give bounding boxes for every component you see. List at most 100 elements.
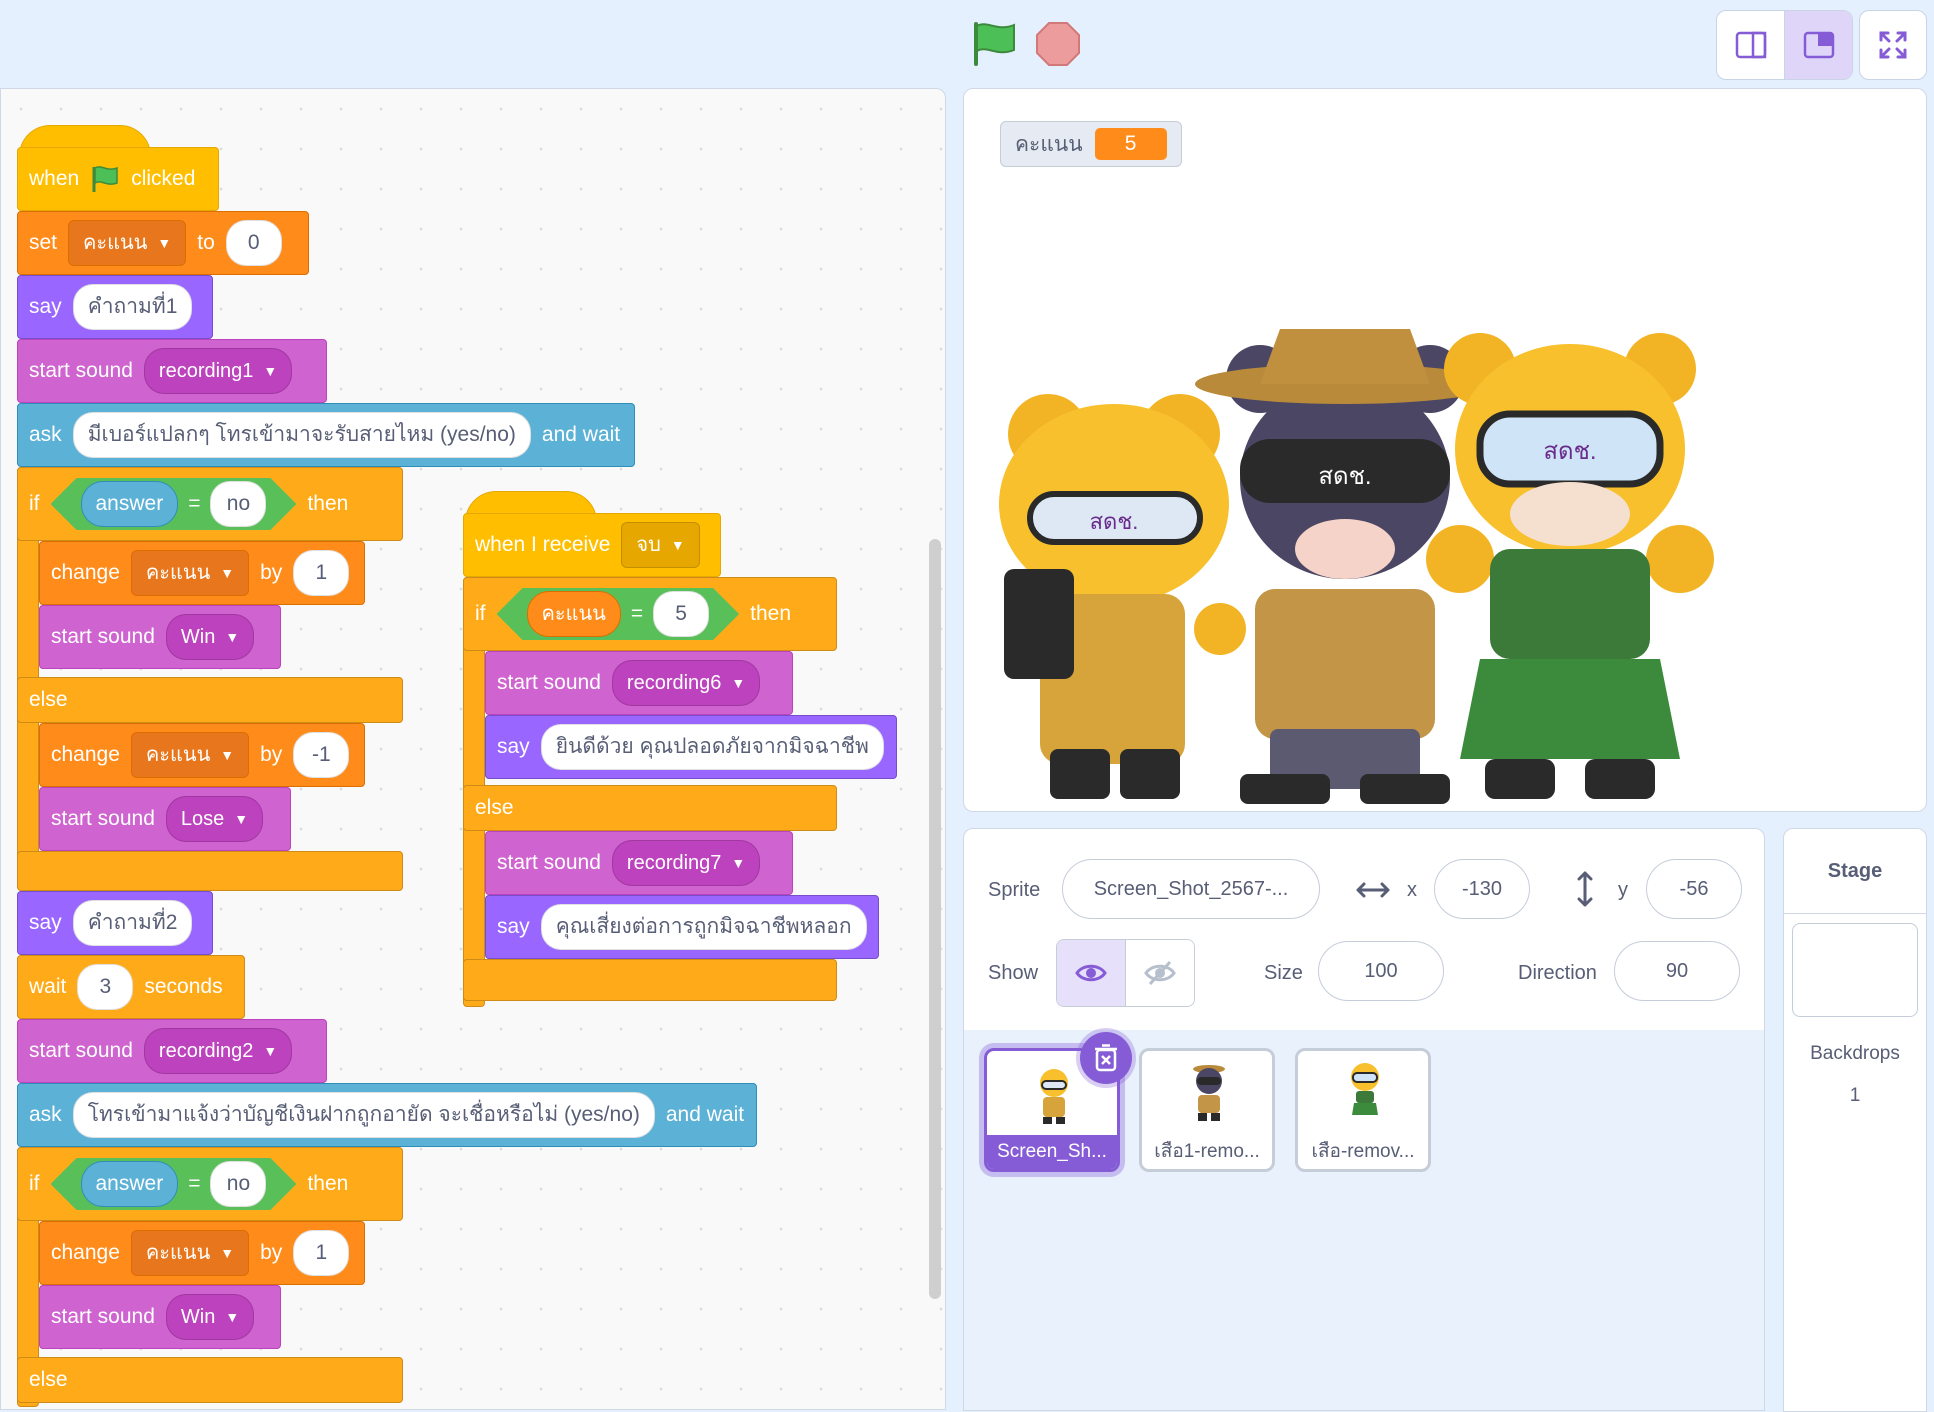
ask-and-wait-block[interactable]: ask มีเบอร์แปลกๆ โทรเข้ามาจะรับสายไหม (y… [17, 403, 635, 467]
vertical-arrows-icon [1577, 871, 1593, 907]
y-label: y [1618, 879, 1628, 901]
size-label: Size [1264, 962, 1303, 984]
variable-dropdown[interactable]: คะแนน ▼ [130, 732, 250, 778]
question-input[interactable]: โทรเข้ามาแจ้งว่าบัญชีเงินฝากถูกอายัด จะเ… [72, 1092, 655, 1138]
block-label: to [197, 231, 215, 254]
else-label: else [475, 796, 514, 819]
value-input[interactable]: 0 [225, 220, 282, 266]
sound-dropdown[interactable]: recording2 ▼ [143, 1028, 293, 1074]
start-sound-block[interactable]: start sound recording1 ▼ [17, 339, 327, 403]
sound-dropdown[interactable]: recording1 ▼ [143, 348, 293, 394]
say-block[interactable]: say คำถามที่1 [17, 275, 213, 339]
variable-dropdown[interactable]: คะแนน ▼ [68, 220, 187, 266]
block-label: wait [29, 975, 67, 998]
answer-reporter[interactable]: answer [81, 481, 179, 527]
question-input[interactable]: มีเบอร์แปลกๆ โทรเข้ามาจะรับสายไหม (yes/n… [72, 412, 531, 458]
x-input[interactable]: -130 [1434, 859, 1530, 919]
y-input[interactable]: -56 [1646, 859, 1742, 919]
if-else-block[interactable]: if answer = no then [17, 467, 403, 541]
value-input[interactable]: 1 [293, 550, 350, 596]
size-input[interactable]: 100 [1318, 941, 1444, 1001]
green-flag-icon [92, 166, 118, 192]
x-label: x [1407, 879, 1417, 901]
if-else-block[interactable]: if คะแนน = 5 then [463, 577, 837, 651]
block-label: by [260, 1241, 283, 1264]
small-stage-button[interactable] [1717, 11, 1784, 79]
message-input[interactable]: คุณเสี่ยงต่อการถูกมิจฉาชีพหลอก [540, 904, 867, 950]
stage[interactable]: คะแนน 5 สดช. สดช. สดช. [963, 88, 1927, 812]
block-label: say [497, 735, 530, 758]
compare-input[interactable]: 5 [653, 591, 709, 637]
message-input[interactable]: ยินดีด้วย คุณปลอดภัยจากมิจฉาชีพ [540, 724, 884, 770]
code-area[interactable]: when clicked set คะแนน ▼ to 0 say คำถามที… [0, 88, 946, 1410]
caret-down-icon: ▼ [157, 235, 172, 251]
equals-operator[interactable]: answer = no [51, 478, 297, 530]
tiger-sprite-scouts[interactable]: สดช. สดช. สดช. [980, 289, 1910, 809]
value-input[interactable]: 3 [77, 964, 134, 1010]
stage-selector[interactable]: Stage Backdrops 1 [1783, 828, 1927, 1412]
block-label: start sound [51, 807, 155, 830]
change-variable-block[interactable]: change คะแนน ▼ by 1 [39, 1221, 365, 1285]
sprite-thumbnail[interactable]: เสือ1-remo... [1139, 1048, 1275, 1172]
change-variable-block[interactable]: change คะแนน ▼ by -1 [39, 723, 365, 787]
start-sound-block[interactable]: start sound recording7 ▼ [485, 831, 793, 895]
green-flag-icon[interactable] [970, 18, 1020, 68]
stop-icon[interactable] [1035, 21, 1081, 67]
compare-input[interactable]: no [210, 481, 266, 527]
when-i-receive-block[interactable]: when I receive จบ ▼ [463, 513, 721, 577]
sprite-name-input[interactable]: Screen_Shot_2567-... [1062, 859, 1320, 919]
equals-operator[interactable]: คะแนน = 5 [497, 588, 740, 640]
variable-dropdown[interactable]: คะแนน ▼ [130, 1230, 250, 1276]
delete-sprite-button[interactable] [1080, 1032, 1132, 1084]
block-label: then [307, 1172, 349, 1195]
variable-dropdown[interactable]: คะแนน ▼ [130, 550, 250, 596]
show-visible-button[interactable] [1057, 940, 1125, 1006]
equals-operator[interactable]: answer = no [51, 1158, 297, 1210]
compare-input[interactable]: no [210, 1161, 266, 1207]
top-bar [0, 0, 1934, 88]
message-dropdown[interactable]: จบ ▼ [621, 522, 700, 568]
code-scrollbar[interactable] [929, 539, 941, 1299]
sprite-list: Screen_Sh... เสือ1-remo... เสือ-remov... [963, 1030, 1765, 1411]
backdrop-thumbnail[interactable] [1792, 923, 1918, 1017]
start-sound-block[interactable]: start sound Lose ▼ [39, 787, 291, 851]
show-hidden-button[interactable] [1125, 940, 1194, 1006]
wait-block[interactable]: wait 3 seconds [17, 955, 245, 1019]
ask-and-wait-block[interactable]: ask โทรเข้ามาแจ้งว่าบัญชีเงินฝากถูกอายัด… [17, 1083, 757, 1147]
block-label: start sound [29, 1039, 133, 1062]
when-flag-clicked-block[interactable]: when clicked [17, 147, 219, 211]
fullscreen-button[interactable] [1859, 10, 1927, 80]
start-sound-block[interactable]: start sound Win ▼ [39, 1285, 281, 1349]
block-label: by [260, 743, 283, 766]
say-block[interactable]: say ยินดีด้วย คุณปลอดภัยจากมิจฉาชีพ [485, 715, 897, 779]
value-input[interactable]: -1 [293, 732, 350, 778]
start-sound-block[interactable]: start sound recording2 ▼ [17, 1019, 327, 1083]
start-sound-block[interactable]: start sound recording6 ▼ [485, 651, 793, 715]
backdrops-label: Backdrops [1810, 1043, 1900, 1064]
message-input[interactable]: คำถามที่1 [72, 284, 193, 330]
variable-reporter[interactable]: คะแนน [527, 591, 621, 637]
block-label: seconds [144, 975, 223, 998]
sound-dropdown[interactable]: Lose ▼ [165, 796, 264, 842]
start-sound-block[interactable]: start sound Win ▼ [39, 605, 281, 669]
say-block[interactable]: say คำถามที่2 [17, 891, 213, 955]
sound-dropdown[interactable]: recording6 ▼ [611, 660, 761, 706]
if-else-footer [463, 959, 837, 1001]
sprite-name: เสือ-remov... [1311, 1141, 1415, 1162]
normal-stage-button[interactable] [1784, 11, 1852, 79]
sprite-thumbnail[interactable]: เสือ-remov... [1295, 1048, 1431, 1172]
change-variable-block[interactable]: change คะแนน ▼ by 1 [39, 541, 365, 605]
sound-dropdown[interactable]: Win ▼ [165, 614, 255, 660]
block-label: change [51, 561, 120, 584]
direction-input[interactable]: 90 [1614, 941, 1740, 1001]
set-variable-block[interactable]: set คะแนน ▼ to 0 [17, 211, 309, 275]
value-input[interactable]: 1 [293, 1230, 350, 1276]
sound-dropdown[interactable]: Win ▼ [165, 1294, 255, 1340]
say-block[interactable]: say คุณเสี่ยงต่อการถูกมิจฉาชีพหลอก [485, 895, 879, 959]
answer-reporter[interactable]: answer [81, 1161, 179, 1207]
small-stage-icon [1735, 31, 1766, 59]
if-else-block[interactable]: if answer = no then [17, 1147, 403, 1221]
sound-dropdown[interactable]: recording7 ▼ [611, 840, 761, 886]
variable-monitor: คะแนน 5 [1000, 121, 1182, 167]
message-input[interactable]: คำถามที่2 [72, 900, 193, 946]
